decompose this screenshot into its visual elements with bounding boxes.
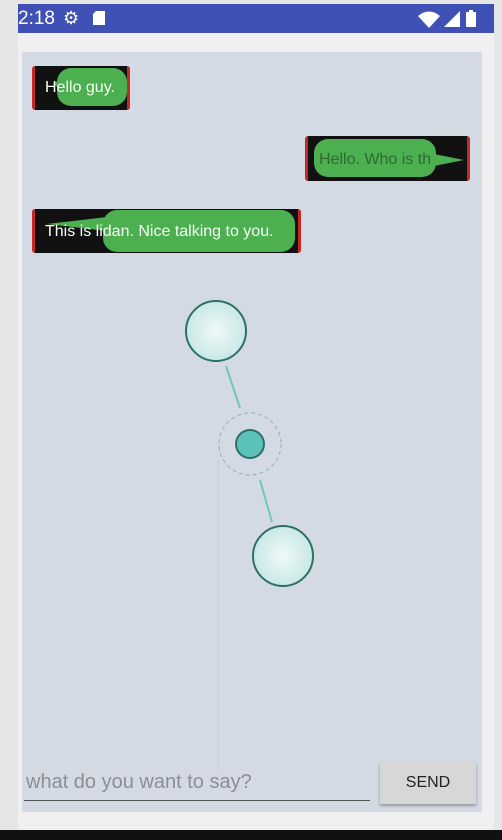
message-input-wrap [24,766,374,801]
graph-node-center[interactable] [235,429,265,459]
navigation-bar [0,830,502,840]
graph-link [259,479,273,523]
graph-node-bottom[interactable] [252,525,314,587]
send-button[interactable]: SEND [380,762,476,804]
graph-link [225,365,241,409]
bubble-graph [185,300,314,770]
graph-node-top[interactable] [185,300,247,362]
message-input[interactable] [24,766,374,798]
